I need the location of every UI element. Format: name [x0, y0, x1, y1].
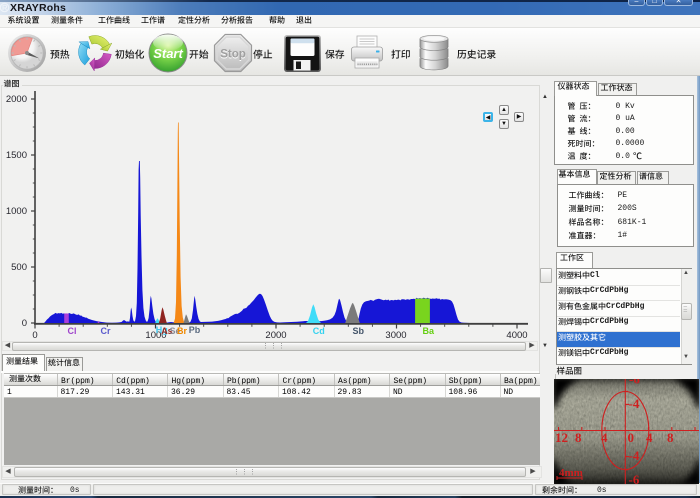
- svg-text:-6: -6: [628, 472, 639, 484]
- svg-text:-4: -4: [628, 448, 639, 463]
- svg-text:-4: -4: [628, 396, 639, 411]
- svg-text:12: 12: [555, 430, 568, 445]
- svg-text:4: 4: [601, 430, 608, 445]
- svg-text:8: 8: [667, 430, 674, 445]
- svg-text:0: 0: [627, 430, 634, 445]
- svg-text:4: 4: [646, 430, 653, 445]
- svg-text:8: 8: [575, 430, 582, 445]
- svg-text:-6: -6: [629, 379, 640, 387]
- svg-text:4mm: 4mm: [559, 467, 583, 479]
